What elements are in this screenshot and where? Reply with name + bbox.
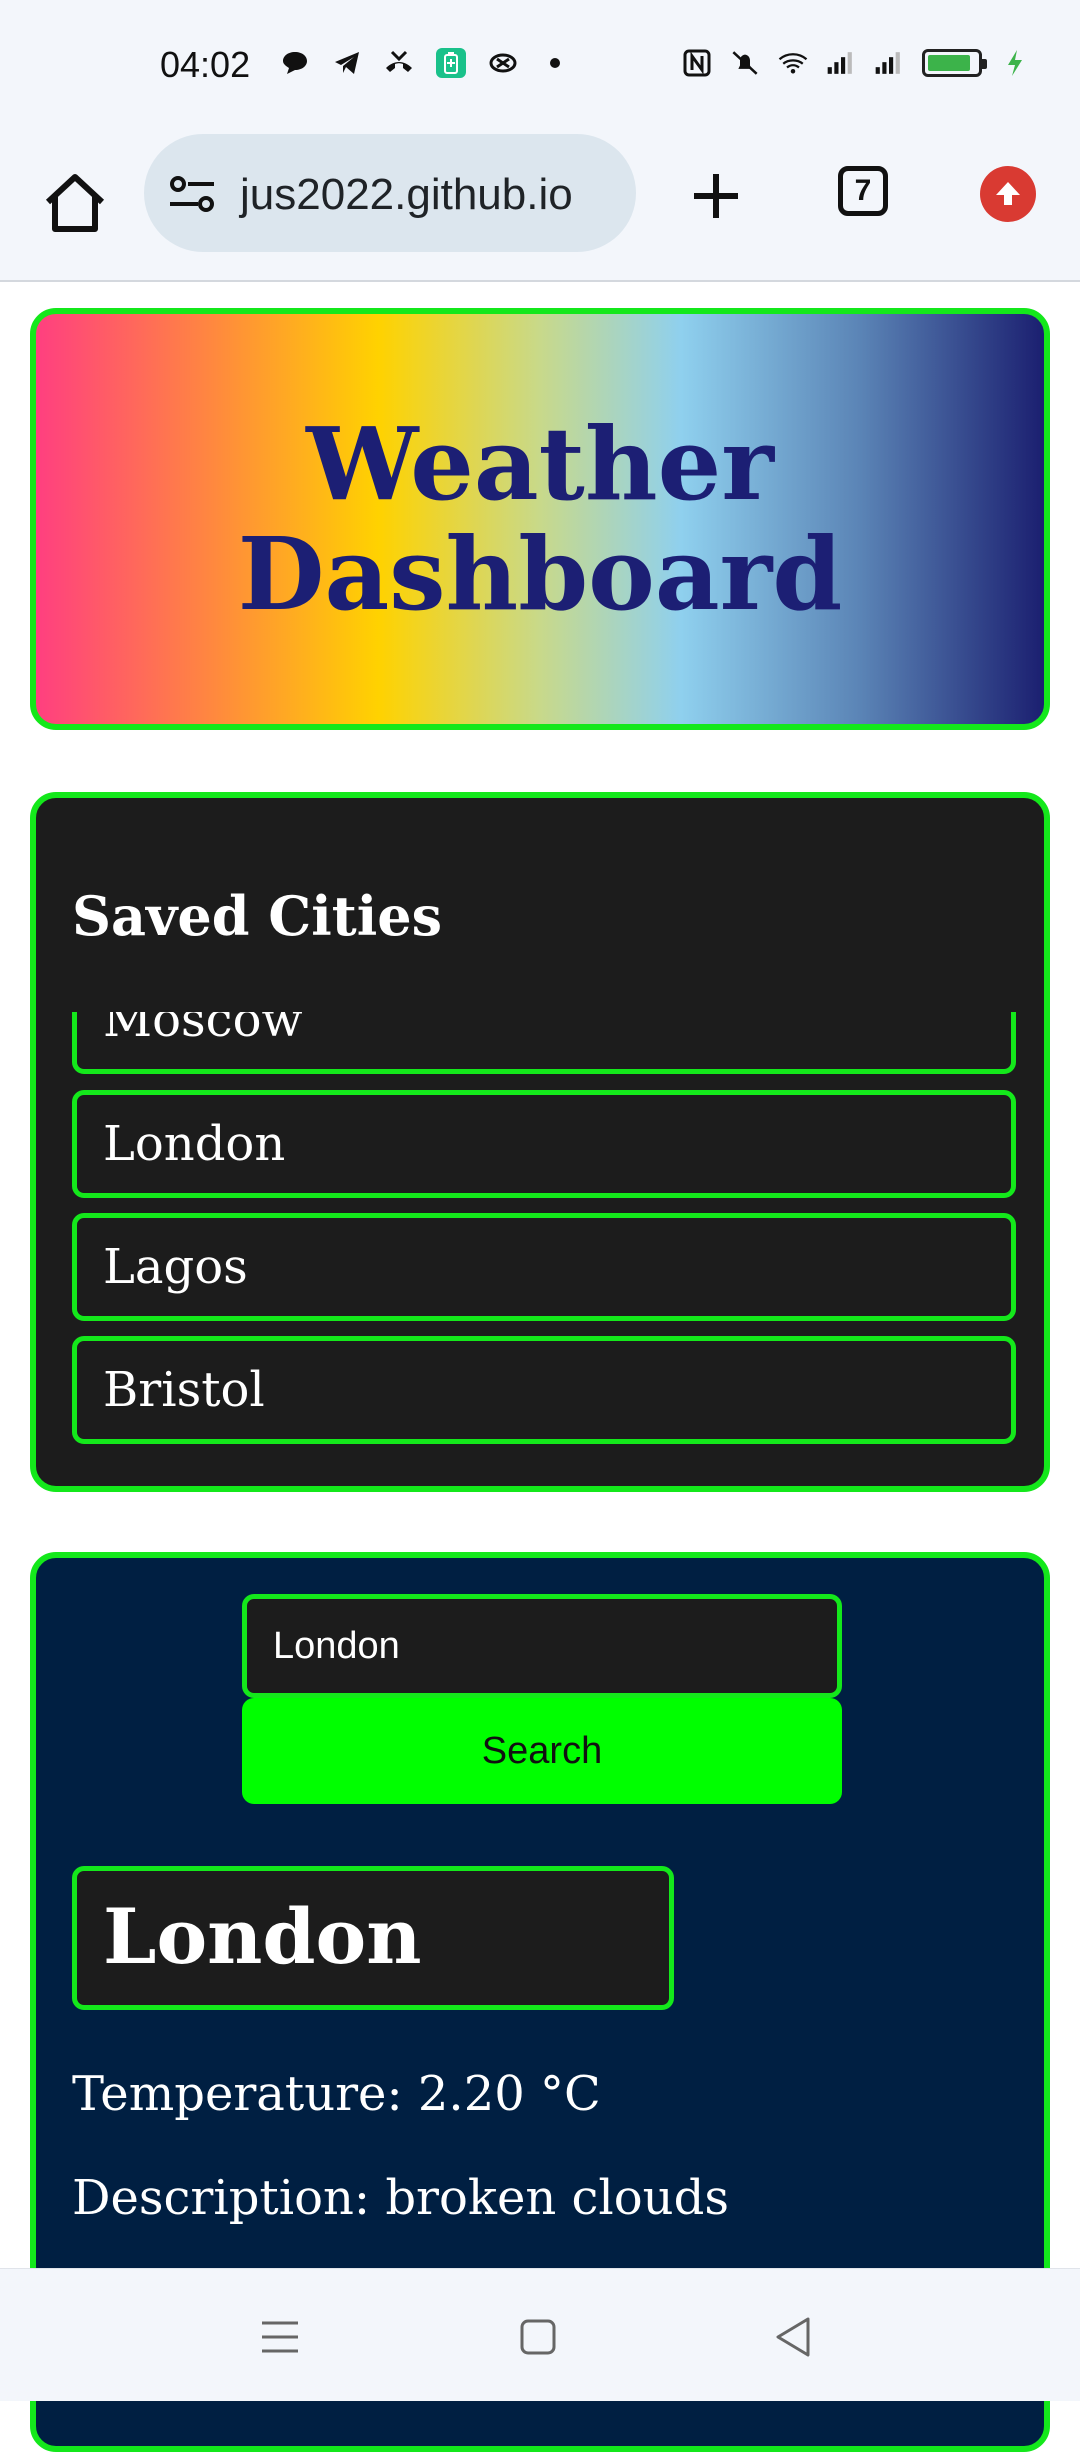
system-icons xyxy=(682,48,1030,78)
status-bar: 04:02 xyxy=(0,0,1080,130)
system-nav-bar xyxy=(0,2268,1080,2401)
saved-city-item[interactable]: Moscow xyxy=(72,1012,1016,1074)
nfc-icon xyxy=(682,48,712,78)
url-text[interactable]: jus2022.github.io xyxy=(240,170,573,220)
dot-icon xyxy=(540,48,570,78)
signal-icon xyxy=(826,48,856,78)
header-banner: Weather Dashboard xyxy=(30,308,1050,730)
page-title: Weather Dashboard xyxy=(237,405,843,633)
link-icon xyxy=(488,48,518,78)
city-search-input[interactable]: London xyxy=(242,1594,842,1698)
browser-toolbar: jus2022.github.io 7 xyxy=(0,130,1080,282)
address-bar[interactable]: jus2022.github.io xyxy=(144,134,636,252)
menu-icon xyxy=(262,2321,298,2353)
tab-switcher-button[interactable]: 7 xyxy=(838,166,888,216)
saved-cities-list[interactable]: Moscow London Lagos Bristol xyxy=(72,1012,1016,1470)
saved-city-item[interactable]: London xyxy=(72,1090,1016,1198)
missed-call-icon xyxy=(384,48,414,78)
signal-icon xyxy=(874,48,904,78)
menu-nav-button[interactable] xyxy=(256,2313,304,2361)
home-button[interactable] xyxy=(40,168,110,238)
new-tab-button[interactable] xyxy=(686,166,746,226)
status-time: 04:02 xyxy=(160,44,251,85)
saved-cities-panel: Saved Cities Moscow London Lagos Bristol xyxy=(30,792,1050,1492)
chat-bubble-icon xyxy=(280,48,310,78)
current-city-heading: London xyxy=(72,1866,674,2010)
home-icon xyxy=(45,174,105,232)
site-settings-icon[interactable] xyxy=(168,174,216,214)
telegram-icon xyxy=(332,48,362,78)
update-button[interactable] xyxy=(980,166,1036,222)
mute-icon xyxy=(730,48,760,78)
home-nav-button[interactable] xyxy=(514,2313,562,2361)
arrow-up-icon xyxy=(996,182,1020,205)
description-text: Description: broken clouds xyxy=(72,2170,729,2226)
saved-cities-title: Saved Cities xyxy=(72,884,442,948)
battery-icon xyxy=(922,49,987,77)
wifi-icon xyxy=(778,48,808,78)
saved-city-item[interactable]: Bristol xyxy=(72,1336,1016,1444)
plus-icon xyxy=(694,174,738,218)
saved-city-item[interactable]: Lagos xyxy=(72,1213,1016,1321)
search-button[interactable]: Search xyxy=(242,1698,842,1804)
temperature-text: Temperature: 2.20 °C xyxy=(72,2066,601,2122)
notification-icons xyxy=(280,48,570,78)
back-nav-button[interactable] xyxy=(770,2313,818,2361)
charging-icon xyxy=(1000,48,1030,78)
back-triangle-icon xyxy=(776,2317,810,2357)
battery-saver-icon xyxy=(436,48,466,78)
square-icon xyxy=(520,2319,556,2355)
